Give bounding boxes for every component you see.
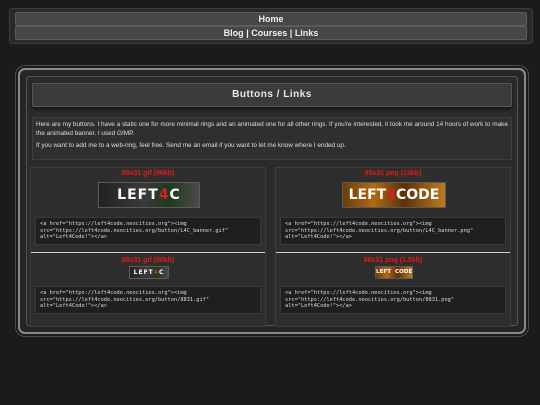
nav-bar-sections: Blog | Courses | Links [15, 26, 527, 40]
banner-image[interactable]: LEFT4C [98, 182, 200, 208]
button-caption: 88x31 png (1.5kb) [363, 257, 423, 264]
nav-separator: | [246, 28, 249, 38]
top-navigation: Home Blog | Courses | Links [9, 8, 533, 44]
intro-paragraph-2: If you want to add me to a web-ring, fee… [36, 142, 346, 149]
nav-link-links[interactable]: Links [295, 28, 319, 38]
nav-separator: | [289, 28, 293, 38]
embed-code[interactable]: <a href="https://left4code.neocities.org… [35, 286, 261, 314]
divider [276, 252, 510, 253]
intro-paragraph-1: Here are my buttons. I have a static one… [36, 121, 508, 137]
page-title: Buttons / Links [32, 83, 512, 107]
nav-bar-home: Home [15, 12, 527, 26]
content-frame: Buttons / Links Here are my buttons. I h… [18, 68, 526, 334]
banner-text: C [158, 269, 165, 276]
banner-image-small[interactable]: LEFT4CODE [375, 266, 413, 279]
divider [31, 252, 265, 253]
nav-link-blog[interactable]: Blog [224, 28, 244, 38]
nav-link-courses[interactable]: Courses [251, 28, 287, 38]
banner-text: CODE [395, 187, 440, 203]
banner-text: LEFT [376, 269, 392, 275]
embed-code[interactable]: <a href="https://left4code.neocities.org… [280, 286, 506, 314]
button-cell-gif: 88x31 gif (96kb) LEFT4C <a href="https:/… [30, 167, 266, 327]
button-cell-png: 88x31 png (13kb) LEFT4CODE <a href="http… [275, 167, 511, 327]
button-caption: 88x31 gif (96kb) [121, 170, 175, 177]
nav-link-home[interactable]: Home [258, 14, 283, 24]
intro-text: Here are my buttons. I have a static one… [32, 117, 512, 160]
banner-image[interactable]: LEFT4CODE [342, 182, 446, 208]
banner-text: LEFT [348, 187, 387, 203]
banner-image-small[interactable]: LEFT4C [129, 266, 169, 279]
embed-code[interactable]: <a href="https://left4code.neocities.org… [35, 217, 261, 245]
banner-text: LEFT [117, 187, 159, 203]
banner-text: C [169, 187, 181, 203]
embed-code[interactable]: <a href="https://left4code.neocities.org… [280, 217, 506, 245]
banner-four: 4 [386, 187, 396, 203]
banner-text: CODE [394, 269, 413, 275]
banner-four: 4 [158, 187, 170, 203]
button-caption: 88x31 png (13kb) [364, 170, 422, 177]
button-caption: 88x31 gif (80kb) [121, 257, 175, 264]
banner-text: LEFT [133, 269, 154, 276]
content-panel: Buttons / Links Here are my buttons. I h… [26, 76, 518, 327]
